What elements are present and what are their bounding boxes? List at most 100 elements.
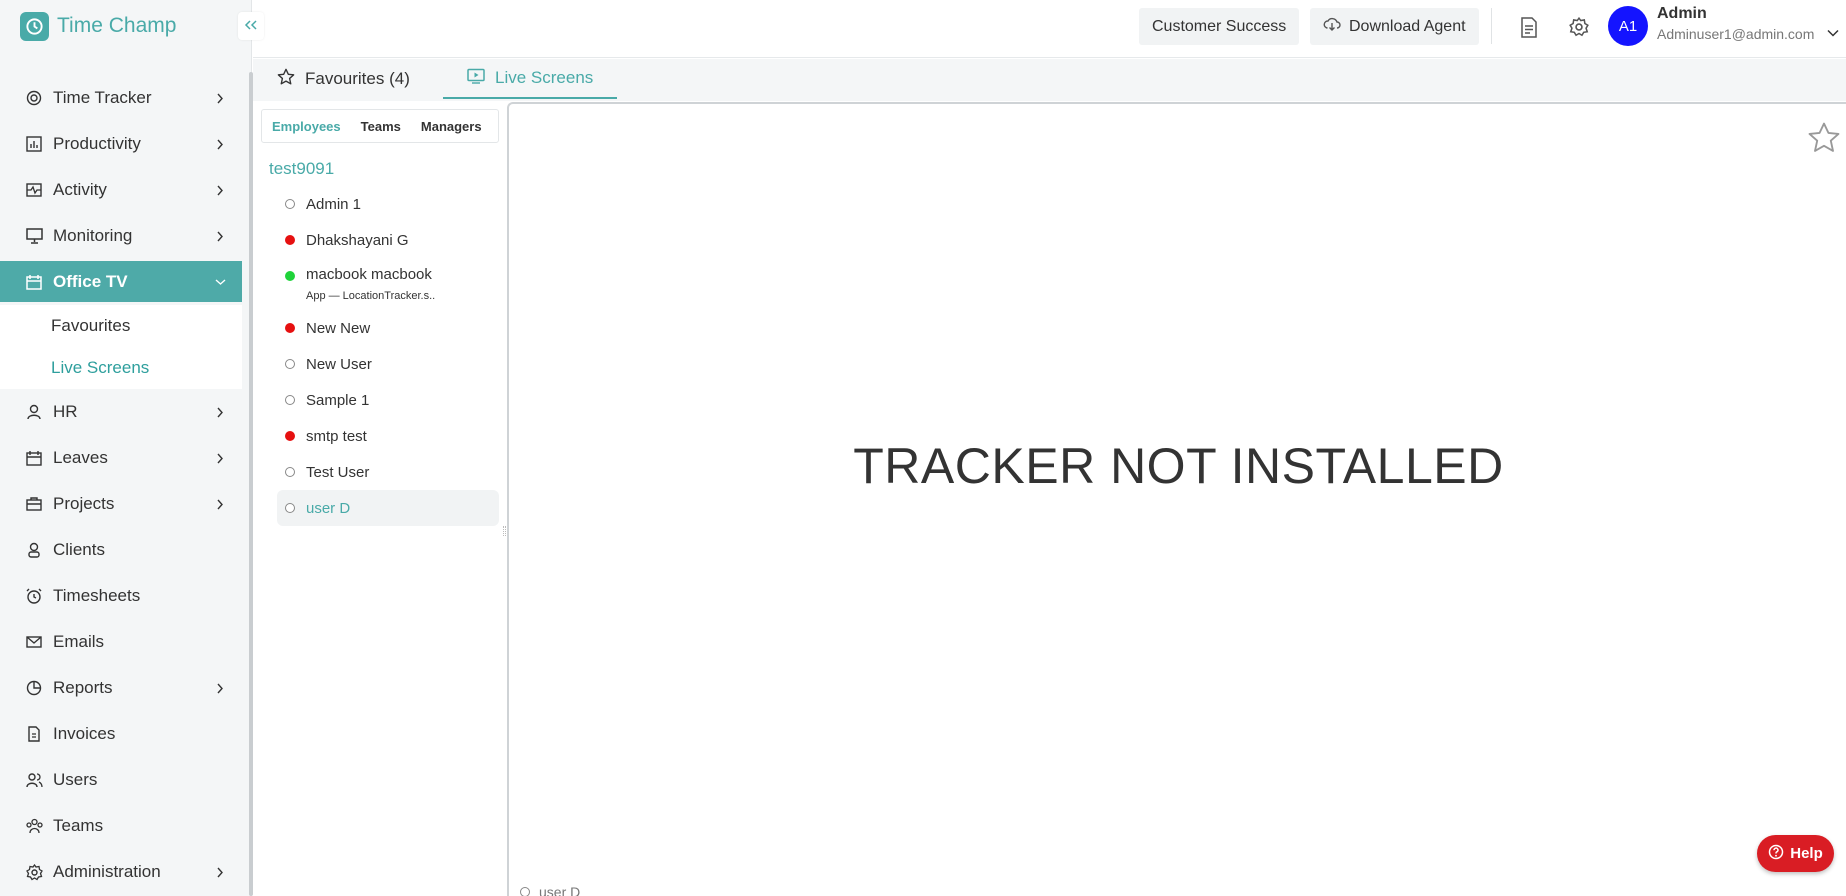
status-dot-busy — [285, 235, 295, 245]
sidebar-item-label: Productivity — [53, 134, 141, 153]
status-dot-online — [285, 271, 295, 281]
sidebar-item-users[interactable]: Users — [0, 757, 242, 803]
list-item[interactable]: Sample 1 — [277, 382, 499, 418]
chevron-right-icon — [214, 406, 226, 418]
sidebar-item-clients[interactable]: Clients — [0, 527, 242, 573]
sidebar-item-label: Invoices — [53, 724, 116, 743]
sidebar-item-projects[interactable]: Projects — [0, 481, 242, 527]
sidebar-item-reports[interactable]: Reports — [0, 665, 242, 711]
sidebar-item-teams[interactable]: Teams — [0, 803, 242, 849]
list-item[interactable]: Dhakshayani G — [277, 222, 499, 258]
chevron-down-icon[interactable] — [1827, 24, 1841, 37]
sidebar-subitem-favourites[interactable]: Favourites — [0, 305, 242, 347]
header-divider — [1491, 8, 1492, 44]
clock-logo-icon — [20, 11, 49, 41]
subtab-teams[interactable]: Teams — [351, 119, 411, 134]
status-dot-offline — [285, 199, 295, 209]
sidebar-item-administration[interactable]: Administration — [0, 849, 242, 895]
tracker-status-message: TRACKER NOT INSTALLED — [853, 438, 1504, 494]
sidebar-item-hr[interactable]: HR — [0, 389, 242, 435]
sidebar-item-timesheets[interactable]: Timesheets — [0, 573, 242, 619]
subtab-employees[interactable]: Employees — [262, 119, 351, 134]
sidebar-nav: Time Tracker Productivity Activity Monit… — [0, 75, 242, 895]
office-tv-tabs: Favourites (4) Live Screens — [253, 59, 1846, 101]
tab-live-screens[interactable]: Live Screens — [443, 59, 618, 99]
chevron-right-icon — [214, 498, 226, 510]
avatar[interactable]: A1 — [1608, 6, 1648, 46]
employee-name: Sample 1 — [306, 391, 370, 409]
sidebar-item-label: Reports — [53, 678, 113, 697]
customer-success-button[interactable]: Customer Success — [1139, 8, 1300, 45]
subtab-managers[interactable]: Managers — [411, 119, 492, 134]
client-icon — [24, 540, 44, 560]
sidebar-item-activity[interactable]: Activity — [0, 167, 242, 213]
calendar-icon — [24, 272, 44, 292]
list-item[interactable]: New User — [277, 346, 499, 382]
sidebar-subitem-live-screens[interactable]: Live Screens — [0, 347, 242, 389]
sidebar-item-label: Users — [53, 770, 98, 789]
sidebar-item-productivity[interactable]: Productivity — [0, 121, 242, 167]
sidebar-item-monitoring[interactable]: Monitoring — [0, 213, 242, 259]
settings-gear-icon[interactable] — [1566, 14, 1592, 40]
sidebar-item-label: Clients — [53, 540, 105, 559]
cloud-download-icon — [1323, 16, 1341, 37]
sidebar-item-leaves[interactable]: Leaves — [0, 435, 242, 481]
employee-name: smtp test — [306, 427, 367, 445]
invoice-icon — [24, 724, 44, 744]
user-name[interactable]: Admin — [1657, 5, 1707, 23]
sidebar-item-invoices[interactable]: Invoices — [0, 711, 242, 757]
customer-success-label: Customer Success — [1152, 17, 1287, 35]
list-item[interactable]: Test User — [277, 454, 499, 490]
group-name[interactable]: test9091 — [269, 159, 334, 179]
brand[interactable]: Time Champ — [20, 11, 176, 41]
double-chevron-left-icon — [244, 17, 258, 35]
list-item[interactable]: macbook macbook App — LocationTracker.s.. — [277, 258, 499, 310]
status-dot-busy — [285, 431, 295, 441]
alarm-clock-icon — [24, 586, 44, 606]
status-dot-offline — [285, 503, 295, 513]
collapse-sidebar-button[interactable] — [238, 12, 264, 40]
list-item[interactable]: smtp test — [277, 418, 499, 454]
status-dot-offline — [285, 467, 295, 477]
status-dot-offline — [520, 887, 530, 896]
chevron-right-icon — [214, 92, 226, 104]
sidebar-item-time-tracker[interactable]: Time Tracker — [0, 75, 242, 121]
mail-icon — [24, 632, 44, 652]
employee-name: user D — [306, 499, 351, 517]
sidebar-item-label: Monitoring — [53, 226, 133, 245]
list-item[interactable]: New New — [277, 310, 499, 346]
list-item-selected[interactable]: user D — [277, 490, 499, 526]
help-label: Help — [1790, 845, 1823, 862]
panel-resize-handle[interactable] — [503, 526, 506, 536]
tab-favourites[interactable]: Favourites (4) — [253, 59, 434, 99]
chevron-right-icon — [214, 452, 226, 464]
download-agent-button[interactable]: Download Agent — [1310, 8, 1479, 45]
chevron-down-icon — [214, 276, 226, 288]
chevron-right-icon — [214, 866, 226, 878]
employee-filter-tabs: Employees Teams Managers — [261, 109, 499, 143]
help-button[interactable]: Help — [1757, 835, 1834, 872]
sidebar: Time Champ Time Tracker Productivity Act… — [0, 0, 253, 896]
sidebar-item-label: Time Tracker — [53, 88, 152, 107]
top-header: Customer Success Download Agent A1 Admin… — [253, 0, 1846, 58]
list-item[interactable]: Admin 1 — [277, 186, 499, 222]
productivity-chart-icon — [24, 134, 44, 154]
sidebar-item-label: Activity — [53, 180, 107, 199]
brand-name: Time Champ — [57, 14, 177, 37]
employee-name: Admin 1 — [306, 195, 362, 213]
time-tracker-icon — [24, 88, 44, 108]
sidebar-item-emails[interactable]: Emails — [0, 619, 242, 665]
sidebar-item-label: HR — [53, 402, 78, 421]
calendar-icon — [24, 448, 44, 468]
monitor-icon — [24, 226, 44, 246]
tab-live-screens-label: Live Screens — [495, 68, 594, 87]
document-icon[interactable] — [1516, 14, 1542, 40]
sidebar-item-label: Timesheets — [53, 586, 141, 605]
employee-name: Dhakshayani G — [306, 231, 409, 249]
download-agent-label: Download Agent — [1349, 17, 1466, 35]
sidebar-item-office-tv[interactable]: Office TV — [0, 261, 242, 302]
favourite-star-icon[interactable] — [1807, 121, 1841, 155]
sidebar-item-label: Emails — [53, 632, 105, 651]
employee-name: Test User — [306, 463, 370, 481]
screen-user-label: user D — [520, 884, 580, 896]
